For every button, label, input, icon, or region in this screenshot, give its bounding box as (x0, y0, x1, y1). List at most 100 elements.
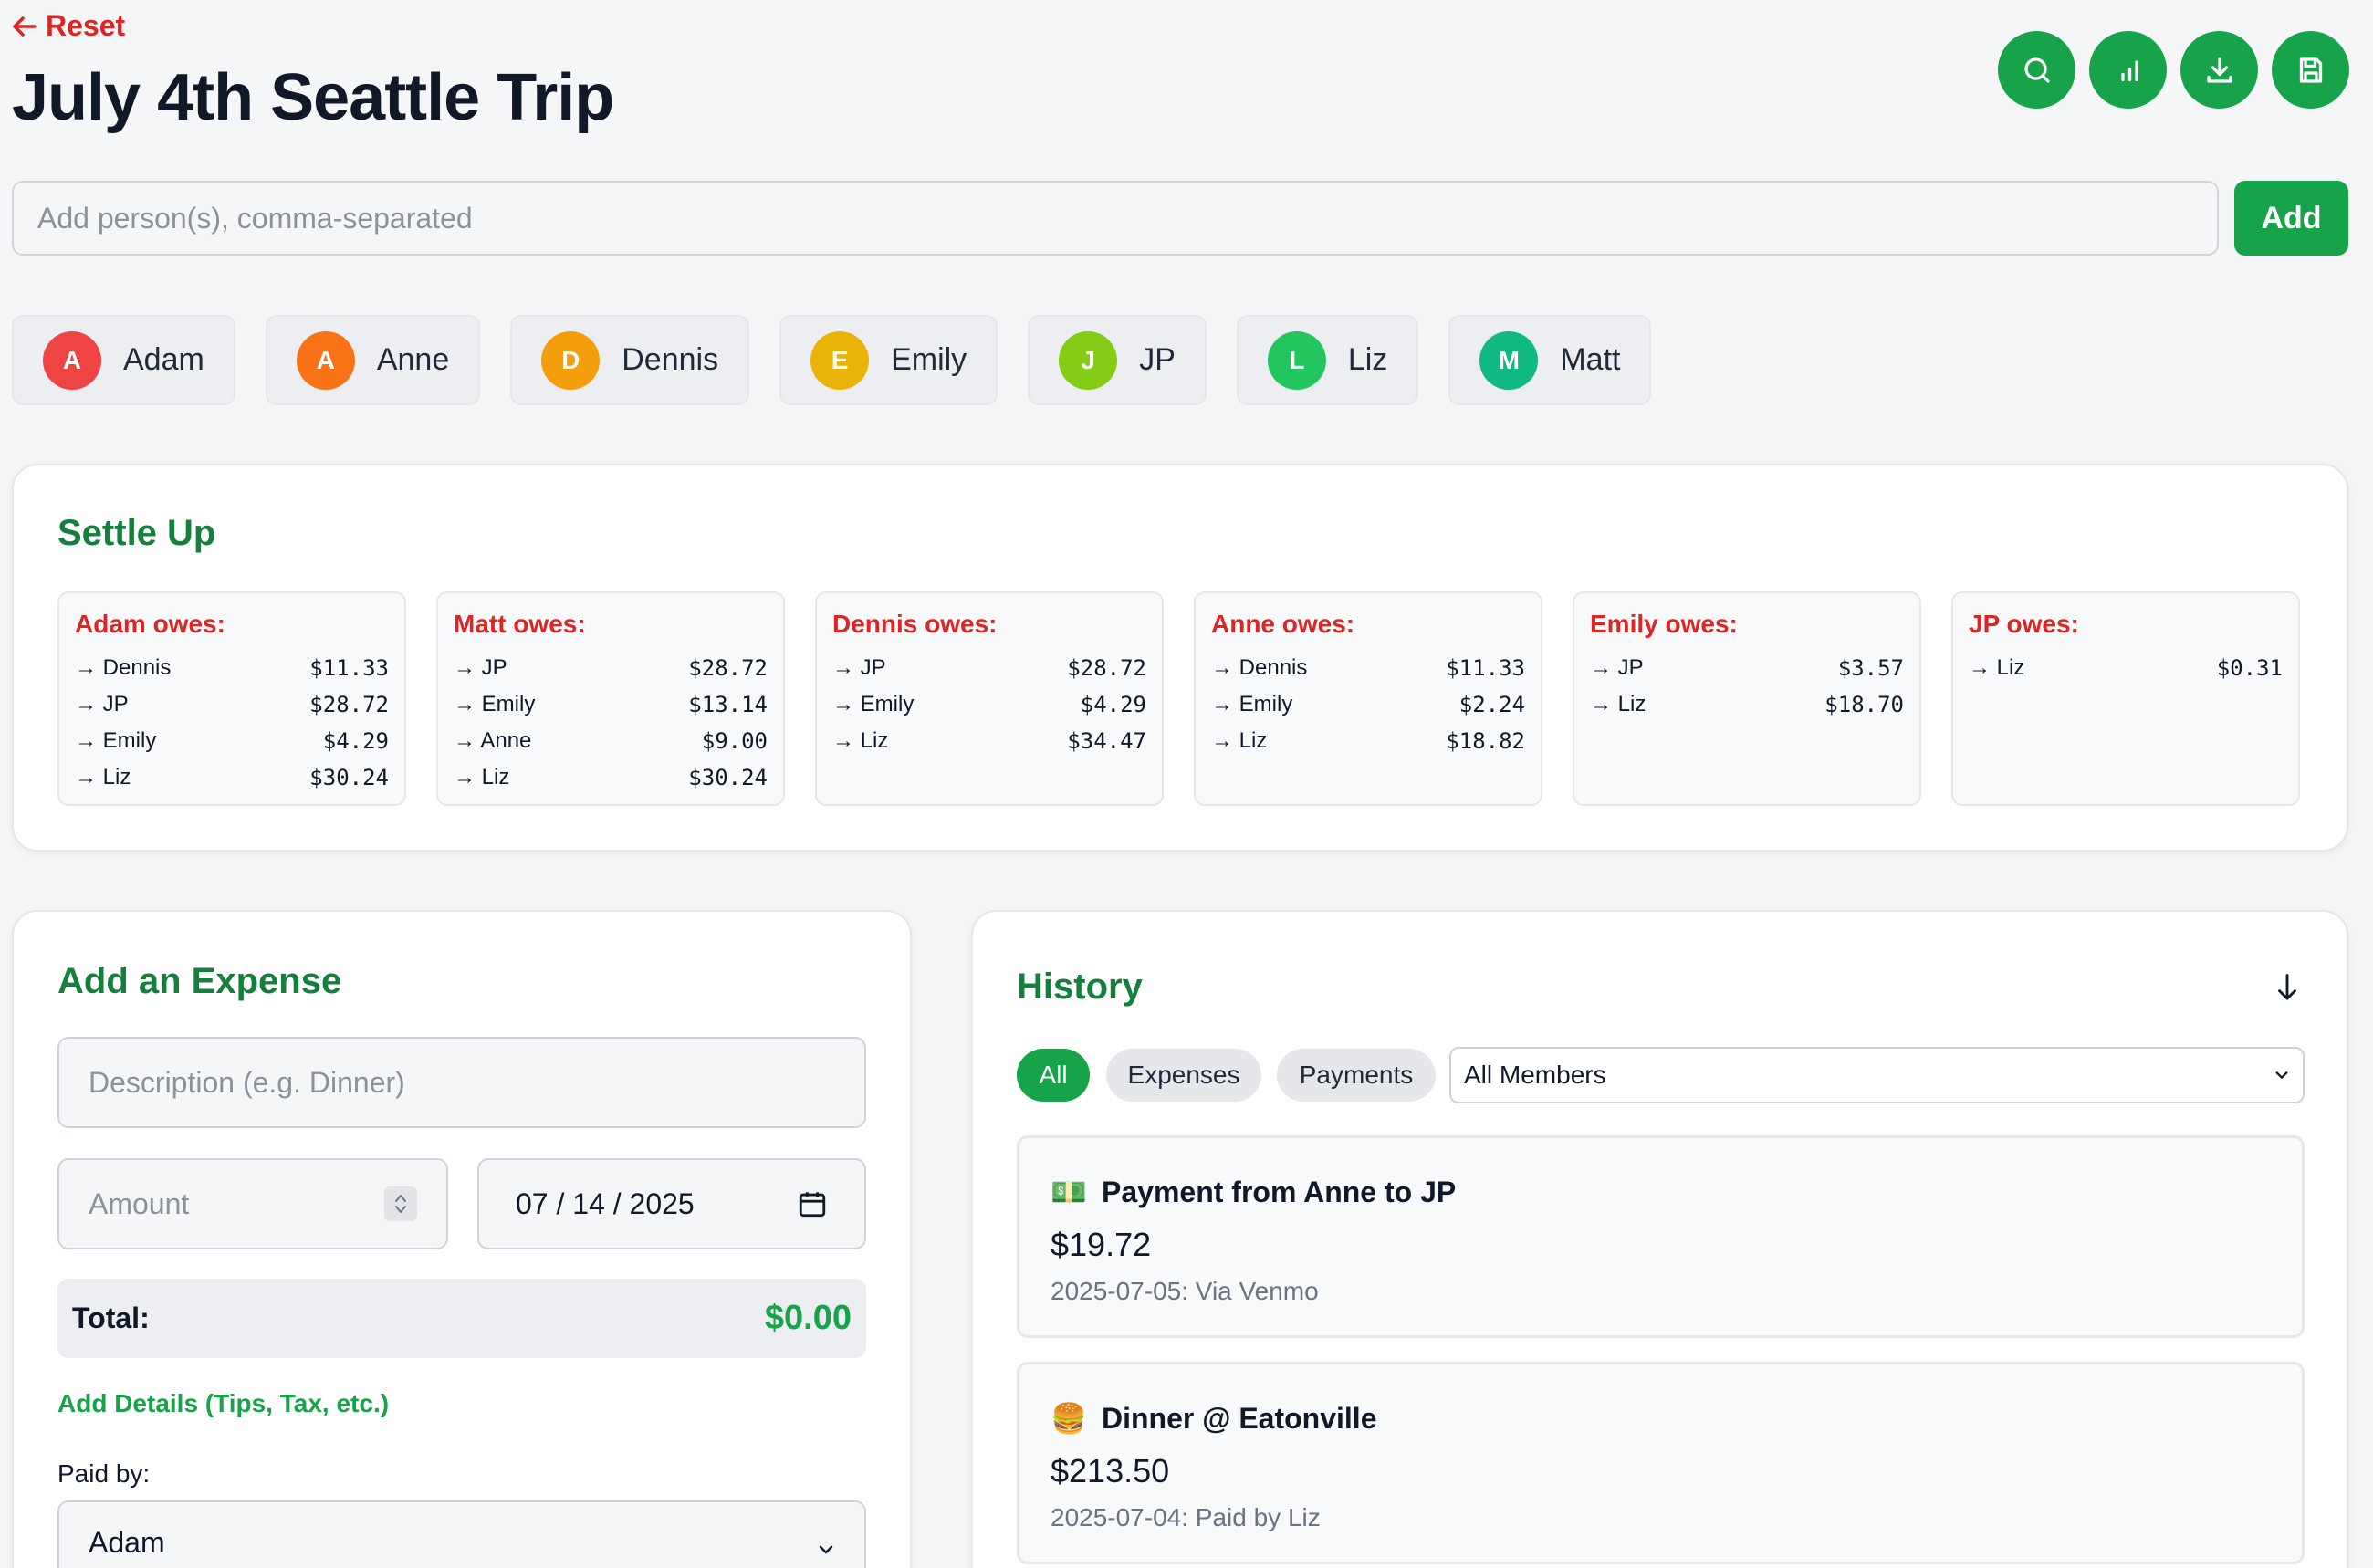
description-input[interactable]: Description (e.g. Dinner) (57, 1037, 866, 1128)
owe-group-anne: Anne owes: → Dennis $11.33 → Emily $2.24 →… (1194, 591, 1542, 806)
owe-group-emily: Emily owes: → JP $3.57 → Liz $18.70 (1573, 591, 1921, 806)
owe-amount: $3.57 (1837, 655, 1904, 681)
people-list: A Adam A Anne D Dennis E Emily J JP L Li… (12, 315, 1652, 405)
owe-amount: $18.82 (1446, 728, 1525, 754)
reset-label: Reset (46, 9, 126, 42)
person-name: Emily (891, 342, 967, 377)
person-chip-liz[interactable]: L Liz (1236, 315, 1419, 405)
owe-heading: Emily owes: (1590, 610, 1738, 638)
reset-link[interactable]: Reset (13, 9, 125, 43)
person-name: Dennis (622, 342, 719, 377)
avatar: A (43, 330, 101, 390)
search-button[interactable] (1998, 31, 2075, 109)
person-chip-anne[interactable]: A Anne (265, 315, 481, 405)
owe-amount: $28.72 (1067, 655, 1146, 681)
owe-heading: Matt owes: (454, 610, 586, 638)
owe-amount: $0.31 (2216, 655, 2283, 681)
owe-row: → Dennis $11.33 (1211, 650, 1525, 686)
owe-recipient: → Emily (454, 692, 536, 716)
owe-recipient: → Emily (832, 692, 915, 716)
stepper-icon[interactable] (384, 1186, 417, 1221)
add-person-input[interactable] (12, 181, 2219, 256)
person-chip-adam[interactable]: A Adam (12, 315, 235, 405)
person-name: Adam (123, 342, 204, 377)
owe-recipient: → Liz (1969, 655, 2025, 680)
owe-heading: Dennis owes: (832, 610, 998, 638)
owe-row: → Dennis $11.33 (75, 650, 389, 686)
owe-heading: Anne owes: (1211, 610, 1355, 638)
page-title: July 4th Seattle Trip (12, 61, 614, 134)
history-item[interactable]: 💵 Payment from Anne to JP $19.72 2025-07… (1017, 1135, 2305, 1338)
owe-row: → Liz $30.24 (454, 759, 768, 796)
owe-row: → Liz $34.47 (832, 723, 1146, 759)
person-chip-matt[interactable]: M Matt (1448, 315, 1652, 405)
paid-by-value: Adam (89, 1526, 165, 1559)
history-item-title: Payment from Anne to JP (1102, 1175, 1457, 1208)
add-expense-title: Add an Expense (57, 961, 342, 1001)
avatar: M (1479, 330, 1539, 390)
person-name: Anne (376, 342, 450, 377)
paid-by-label: Paid by: (57, 1459, 151, 1488)
add-expense-card: Add an Expense Description (e.g. Dinner)… (12, 910, 912, 1568)
history-item-title-row: 🍔 Dinner @ Eatonville (1051, 1401, 1376, 1436)
owe-group-jp: JP owes: → Liz $0.31 (1951, 591, 2300, 806)
person-chip-emily[interactable]: E Emily (779, 315, 998, 405)
settle-grid: Adam owes: → Dennis $11.33 → JP $28.72 → E… (57, 591, 2300, 806)
member-filter-select[interactable]: All Members (1449, 1047, 2305, 1103)
owe-row: → JP $28.72 (832, 650, 1146, 686)
arrow-left-icon (13, 16, 37, 37)
owe-amount: $2.24 (1458, 692, 1525, 717)
paid-by-select[interactable]: Adam (57, 1500, 866, 1568)
owe-amount: $4.29 (322, 728, 389, 754)
owe-recipient: → Liz (1211, 728, 1268, 753)
owe-heading: Adam owes: (75, 610, 225, 638)
total-value: $0.00 (764, 1299, 852, 1337)
owe-recipient: → Liz (454, 765, 510, 789)
owe-group-matt: Matt owes: → JP $28.72 → Emily $13.14 → An… (436, 591, 785, 806)
calendar-icon[interactable] (797, 1188, 828, 1219)
owe-group-adam: Adam owes: → Dennis $11.33 → JP $28.72 → E… (57, 591, 406, 806)
avatar: D (541, 330, 601, 390)
person-chip-dennis[interactable]: D Dennis (510, 315, 750, 405)
owe-recipient: → Dennis (75, 655, 172, 680)
owe-amount: $18.70 (1824, 692, 1904, 717)
owe-row: → JP $28.72 (75, 686, 389, 723)
filter-all[interactable]: All (1017, 1049, 1090, 1102)
save-button[interactable] (2272, 31, 2349, 109)
person-name: JP (1139, 342, 1176, 377)
owe-row: → Emily $2.24 (1211, 686, 1525, 723)
avatar: L (1267, 330, 1326, 390)
owe-recipient: → Anne (454, 728, 532, 753)
owe-recipient: → JP (75, 692, 129, 716)
chevron-down-icon (819, 1545, 833, 1554)
settle-up-title: Settle Up (57, 513, 216, 553)
download-button[interactable] (2180, 31, 2258, 109)
amount-input[interactable]: Amount (57, 1158, 448, 1249)
owe-amount: $34.47 (1067, 728, 1146, 754)
owe-amount: $4.29 (1080, 692, 1146, 717)
filter-payments[interactable]: Payments (1277, 1049, 1436, 1102)
person-chip-jp[interactable]: J JP (1028, 315, 1207, 405)
owe-recipient: → Emily (1211, 692, 1293, 716)
owe-recipient: → Emily (75, 728, 157, 753)
avatar: E (810, 330, 870, 390)
sort-arrow-icon[interactable] (2274, 972, 2301, 1003)
add-details-link[interactable]: Add Details (Tips, Tax, etc.) (57, 1389, 389, 1418)
history-item-amount: $213.50 (1051, 1452, 1170, 1490)
owe-recipient: → Dennis (1211, 655, 1308, 680)
owe-group-dennis: Dennis owes: → JP $28.72 → Emily $4.29 → L… (815, 591, 1164, 806)
settle-up-card: Settle Up Adam owes: → Dennis $11.33 → JP… (12, 464, 2348, 852)
filter-expenses[interactable]: Expenses (1106, 1049, 1261, 1102)
history-item[interactable]: 🍔 Dinner @ Eatonville $213.50 2025-07-04… (1017, 1362, 2305, 1564)
owe-row: → Liz $30.24 (75, 759, 389, 796)
owe-amount: $30.24 (688, 765, 768, 790)
search-icon (2023, 57, 2050, 83)
avatar: A (296, 330, 355, 390)
history-item-meta: 2025-07-04: Paid by Liz (1051, 1503, 1321, 1531)
date-input[interactable]: 07 / 14 / 2025 (477, 1158, 866, 1249)
stats-button[interactable] (2089, 31, 2167, 109)
history-item-amount: $19.72 (1051, 1226, 1152, 1263)
history-item-title-row: 💵 Payment from Anne to JP (1051, 1175, 1456, 1209)
total-bar: Total: $0.00 (57, 1279, 866, 1358)
add-person-button[interactable]: Add (2234, 181, 2348, 256)
